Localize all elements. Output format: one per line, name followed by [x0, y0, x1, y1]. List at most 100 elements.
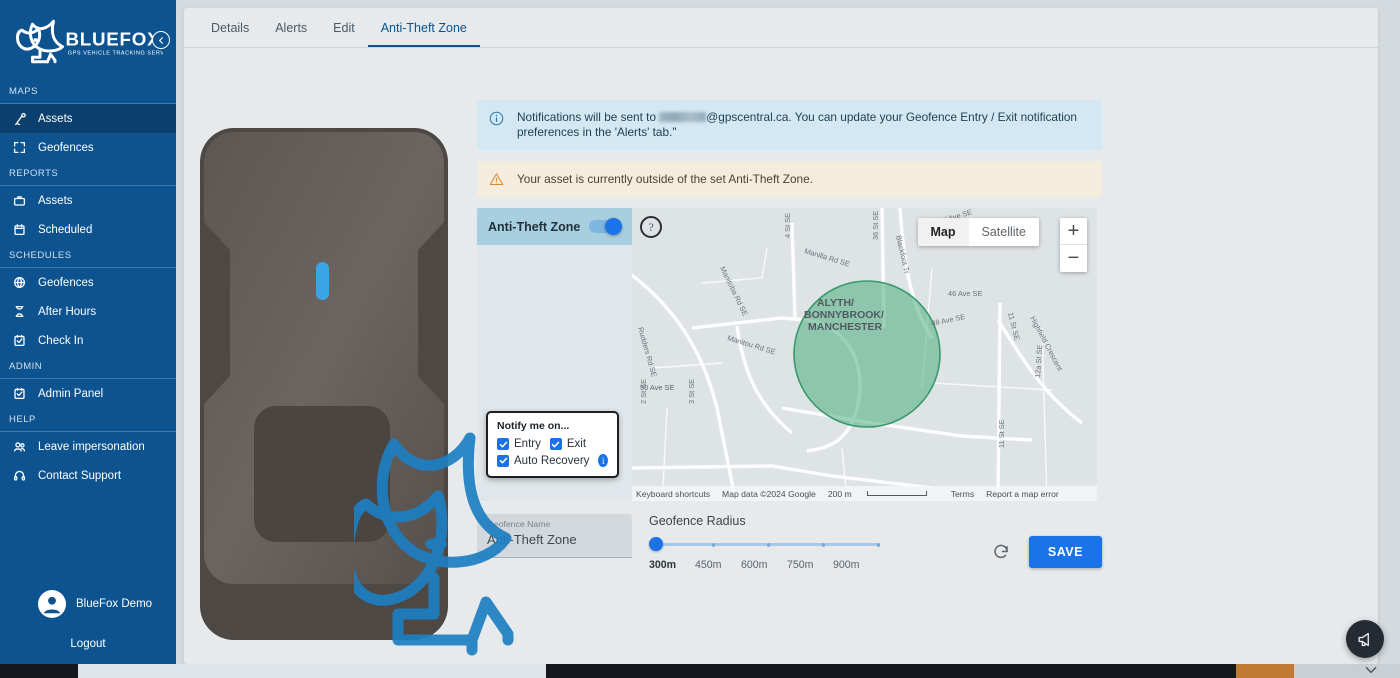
map-scale: 200 m — [828, 489, 939, 499]
checkbox-auto-recovery[interactable] — [497, 455, 509, 467]
sidebar: BLUEFOX GPS VEHICLE TRACKING SERVICE MAP… — [0, 0, 176, 664]
radius-tick-labels: 300m450m600m750m900m — [649, 559, 889, 571]
info-circle-icon — [489, 110, 511, 126]
sidebar-item-assets[interactable]: Assets — [0, 104, 176, 133]
map-attribution-bar: Keyboard shortcuts Map data ©2024 Google… — [632, 486, 1097, 501]
notify-row-entry-exit: Entry Exit — [497, 438, 608, 450]
calendar-icon — [11, 222, 27, 238]
anti-theft-zone-toggle[interactable] — [589, 220, 620, 233]
sidebar-section-admin: ADMIN — [0, 355, 176, 378]
asset-pin-icon — [11, 111, 27, 127]
sidebar-section-help: HELP — [0, 408, 176, 431]
sidebar-collapse-button[interactable] — [152, 31, 170, 49]
sidebar-item-label: Admin Panel — [38, 388, 103, 400]
bluefox-logo-icon: BLUEFOX GPS VEHICLE TRACKING SERVICE — [13, 15, 163, 71]
hourglass-icon — [11, 304, 27, 320]
map-canvas: ALYTH/ BONNYBROOK/ MANCHESTER Manitoba R… — [632, 208, 1097, 501]
keyboard-shortcuts-link[interactable]: Keyboard shortcuts — [636, 489, 710, 499]
user-avatar-icon — [39, 591, 65, 617]
radius-label-300m[interactable]: 300m — [649, 559, 695, 571]
outside-zone-warning-banner: Your asset is currently outside of the s… — [477, 161, 1102, 197]
scale-bar-icon — [867, 491, 927, 496]
settings-column: Notifications will be sent to @gpscentra… — [477, 100, 1102, 571]
svg-text:BLUEFOX: BLUEFOX — [66, 28, 161, 49]
sidebar-section-reports: REPORTS — [0, 162, 176, 185]
sidebar-item-contact-support[interactable]: Contact Support — [0, 461, 176, 490]
zoom-out-button[interactable]: − — [1060, 245, 1087, 272]
map-attribution-text: Map data ©2024 Google — [722, 489, 816, 499]
map-type-map[interactable]: Map — [918, 218, 969, 246]
tab-edit[interactable]: Edit — [320, 21, 368, 47]
warning-triangle-icon — [489, 171, 511, 187]
radius-label-450m[interactable]: 450m — [695, 559, 741, 571]
refresh-icon — [992, 543, 1010, 561]
save-button[interactable]: SAVE — [1029, 536, 1102, 568]
notify-row-auto-recovery: Auto Recovery i — [497, 454, 608, 467]
checkbox-auto-recovery-label: Auto Recovery — [514, 455, 589, 467]
tab-details[interactable]: Details — [198, 21, 262, 47]
svg-text:ALYTH/: ALYTH/ — [817, 297, 854, 309]
slider-tick — [712, 543, 715, 547]
feedback-button[interactable] — [1346, 620, 1384, 658]
map-type-satellite[interactable]: Satellite — [969, 218, 1039, 246]
checkbox-exit-label: Exit — [567, 438, 586, 450]
slider-thumb[interactable] — [649, 537, 663, 551]
terms-link[interactable]: Terms — [951, 489, 974, 499]
zoom-in-button[interactable]: + — [1060, 218, 1087, 245]
notify-me-popup: Notify me on... Entry — [486, 411, 619, 478]
sidebar-item-label: Leave impersonation — [38, 441, 145, 453]
form-actions: SAVE — [987, 536, 1102, 568]
sidebar-nav: MAPSAssetsGeofencesREPORTSAssetsSchedule… — [0, 80, 176, 490]
gps-tracker-device-icon — [198, 110, 473, 660]
os-taskbar-strip — [0, 664, 1400, 678]
sidebar-item-after-hours[interactable]: After Hours — [0, 297, 176, 326]
tab-alerts[interactable]: Alerts — [262, 21, 320, 47]
geofence-icon — [11, 140, 27, 156]
brand-logo[interactable]: BLUEFOX GPS VEHICLE TRACKING SERVICE — [0, 0, 176, 80]
sidebar-item-geofences[interactable]: Geofences — [0, 268, 176, 297]
sidebar-item-check-in[interactable]: Check In — [0, 326, 176, 355]
logout-button[interactable]: Logout — [0, 638, 176, 650]
sidebar-section-schedules: SCHEDULES — [0, 244, 176, 267]
sidebar-item-assets[interactable]: Assets — [0, 186, 176, 215]
reset-button[interactable] — [987, 538, 1015, 566]
checkbox-exit[interactable] — [550, 438, 562, 450]
tab-content: Notifications will be sent to @gpscentra… — [184, 48, 1378, 664]
svg-text:GPS VEHICLE TRACKING SERVICE: GPS VEHICLE TRACKING SERVICE — [68, 50, 163, 56]
app-root: BLUEFOX GPS VEHICLE TRACKING SERVICE MAP… — [0, 0, 1400, 678]
svg-text:46 Ave SE: 46 Ave SE — [948, 289, 982, 298]
taskbar-segment — [78, 664, 546, 678]
info-banner-text-before: Notifications will be sent to — [517, 110, 659, 124]
radius-label-900m[interactable]: 900m — [833, 559, 879, 571]
radius-label-750m[interactable]: 750m — [787, 559, 833, 571]
sidebar-item-scheduled[interactable]: Scheduled — [0, 215, 176, 244]
svg-text:36 St SE: 36 St SE — [871, 211, 880, 240]
geofence-map[interactable]: ALYTH/ BONNYBROOK/ MANCHESTER Manitoba R… — [632, 208, 1097, 501]
user-name: BlueFox Demo — [76, 598, 152, 610]
taskbar-segment — [1236, 664, 1294, 678]
auto-recovery-info-icon[interactable]: i — [598, 454, 608, 467]
chevron-down-icon[interactable] — [1364, 665, 1378, 675]
redacted-email-user — [659, 112, 706, 122]
geofence-name-field[interactable]: Geofence Name Anti-Theft Zone — [477, 514, 632, 558]
map-zoom-controls: + − — [1060, 218, 1087, 272]
slider-tick — [822, 543, 825, 547]
sidebar-item-leave-impersonation[interactable]: Leave impersonation — [0, 432, 176, 461]
checkbox-entry[interactable] — [497, 438, 509, 450]
tab-bar: DetailsAlertsEditAnti-Theft Zone — [184, 8, 1378, 48]
svg-text:3 St SE: 3 St SE — [687, 379, 696, 404]
user-row[interactable]: BlueFox Demo — [0, 590, 176, 618]
briefcase-icon — [11, 193, 27, 209]
sidebar-item-label: After Hours — [38, 306, 96, 318]
radius-slider[interactable] — [649, 538, 889, 552]
tab-anti-theft-zone[interactable]: Anti-Theft Zone — [368, 21, 480, 47]
sidebar-item-admin-panel[interactable]: Admin Panel — [0, 379, 176, 408]
svg-text:BONNYBROOK/: BONNYBROOK/ — [804, 309, 884, 321]
anti-theft-zone-header: Anti-Theft Zone — [477, 208, 632, 245]
check-icon — [551, 440, 560, 449]
sidebar-item-geofences[interactable]: Geofences — [0, 133, 176, 162]
info-banner-text: Notifications will be sent to @gpscentra… — [517, 110, 1090, 140]
geofence-name-label: Geofence Name — [487, 519, 622, 529]
radius-label-600m[interactable]: 600m — [741, 559, 787, 571]
report-map-error-link[interactable]: Report a map error — [986, 489, 1059, 499]
